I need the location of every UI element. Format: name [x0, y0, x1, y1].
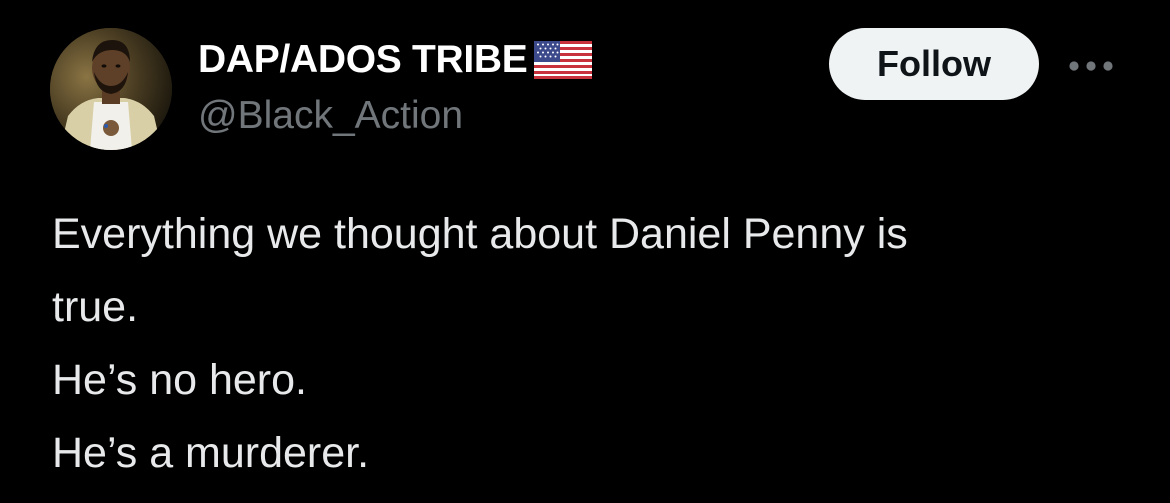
author-name-row: DAP/ADOS TRIBE — [198, 38, 592, 82]
follow-button[interactable]: Follow — [829, 28, 1039, 100]
author-handle[interactable]: @Black_Action — [198, 94, 463, 138]
avatar-photo-icon — [50, 28, 172, 150]
more-options-button[interactable] — [1060, 46, 1122, 86]
tweet-text-line: He’s a murderer. — [52, 429, 370, 477]
author-display-name[interactable]: DAP/ADOS TRIBE — [198, 38, 528, 82]
tweet-text-line: He’s no hero. — [52, 356, 307, 404]
tweet-card: DAP/ADOS TRIBE @Black_Action Follow Ever… — [0, 0, 1170, 503]
tweet-text-line: true. — [52, 283, 139, 331]
us-flag-icon — [533, 41, 592, 79]
tweet-text: Everything we thought about Daniel Penny… — [52, 198, 1132, 490]
more-horizontal-icon — [1069, 61, 1113, 71]
avatar[interactable] — [50, 28, 172, 150]
tweet-text-line: Everything we thought about Daniel Penny… — [52, 210, 908, 258]
